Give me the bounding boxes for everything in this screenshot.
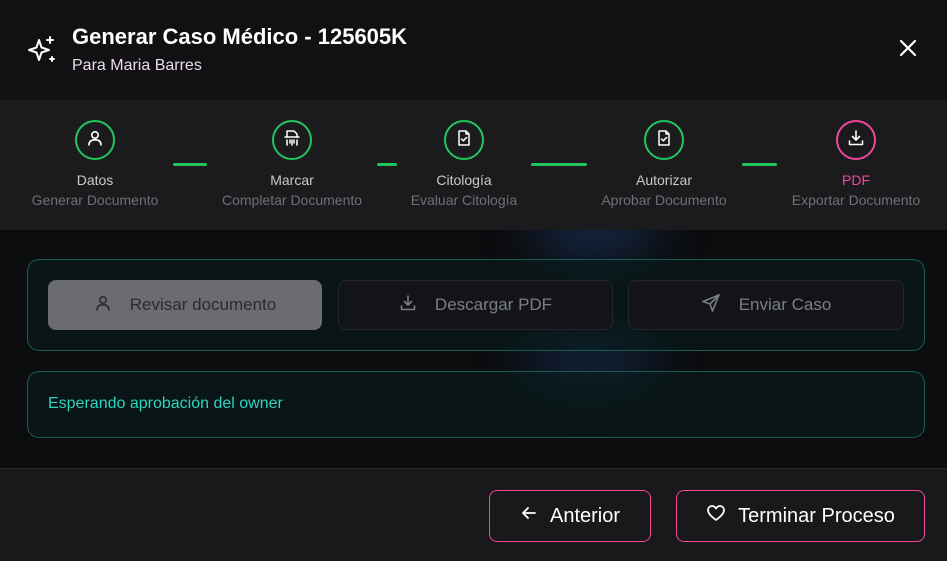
step-sublabel: Aprobar Documento [601,192,727,208]
step-circle [272,120,312,160]
modal-header: Generar Caso Médico - 125605K Para Maria… [0,0,947,100]
close-icon [899,39,917,62]
download-icon [847,129,865,152]
finish-process-label: Terminar Proceso [738,504,895,527]
step-label: PDF [842,172,870,188]
generate-case-modal: Generar Caso Médico - 125605K Para Maria… [0,0,947,561]
modal-subtitle: Para Maria Barres [72,57,202,74]
send-case-button[interactable]: Enviar Caso [628,280,904,330]
download-pdf-button[interactable]: Descargar PDF [338,280,613,330]
download-icon [399,294,417,317]
status-panel: Esperando aprobación del owner [27,371,925,438]
modal-title: Generar Caso Médico - 125605K [72,24,408,49]
review-document-button[interactable]: Revisar documento [48,280,322,330]
modal-content: Revisar documento Descargar PDF Enviar C… [0,230,947,468]
send-case-label: Enviar Caso [738,295,832,314]
step-circle [836,120,876,160]
progress-stepper: Datos Generar Documento Marcar Completar… [0,100,947,230]
step-label: Datos [76,172,114,188]
shredder-icon [283,129,301,152]
sparkles-icon [26,35,58,67]
step-pdf[interactable]: PDF Exportar Documento [766,100,946,230]
step-sublabel: Generar Documento [31,192,159,208]
finish-process-button[interactable]: Terminar Proceso [676,490,925,542]
step-sublabel: Evaluar Citología [410,192,518,208]
close-button[interactable] [893,35,923,65]
actions-panel: Revisar documento Descargar PDF Enviar C… [27,259,925,351]
step-label: Autorizar [635,172,693,188]
step-citologia[interactable]: Citología Evaluar Citología [374,100,554,230]
file-check-icon [455,129,473,152]
modal-footer: Anterior Terminar Proceso [0,468,947,561]
step-marcar[interactable]: Marcar Completar Documento [202,100,382,230]
step-label: Marcar [270,172,314,188]
step-autorizar[interactable]: Autorizar Aprobar Documento [574,100,754,230]
status-message: Esperando aprobación del owner [48,395,283,412]
step-datos[interactable]: Datos Generar Documento [5,100,185,230]
background-glow [530,230,660,260]
file-check-icon [655,129,673,152]
arrow-left-icon [520,504,538,528]
previous-button[interactable]: Anterior [489,490,651,542]
user-icon [94,294,112,317]
user-icon [86,129,104,152]
heart-icon [706,503,726,529]
step-label: Citología [436,172,492,188]
send-icon [701,293,721,318]
step-sublabel: Exportar Documento [791,192,921,208]
download-pdf-label: Descargar PDF [434,295,553,314]
step-circle [75,120,115,160]
review-document-label: Revisar documento [129,295,277,314]
step-sublabel: Completar Documento [221,192,363,208]
step-circle [644,120,684,160]
step-circle [444,120,484,160]
previous-label: Anterior [549,504,621,527]
